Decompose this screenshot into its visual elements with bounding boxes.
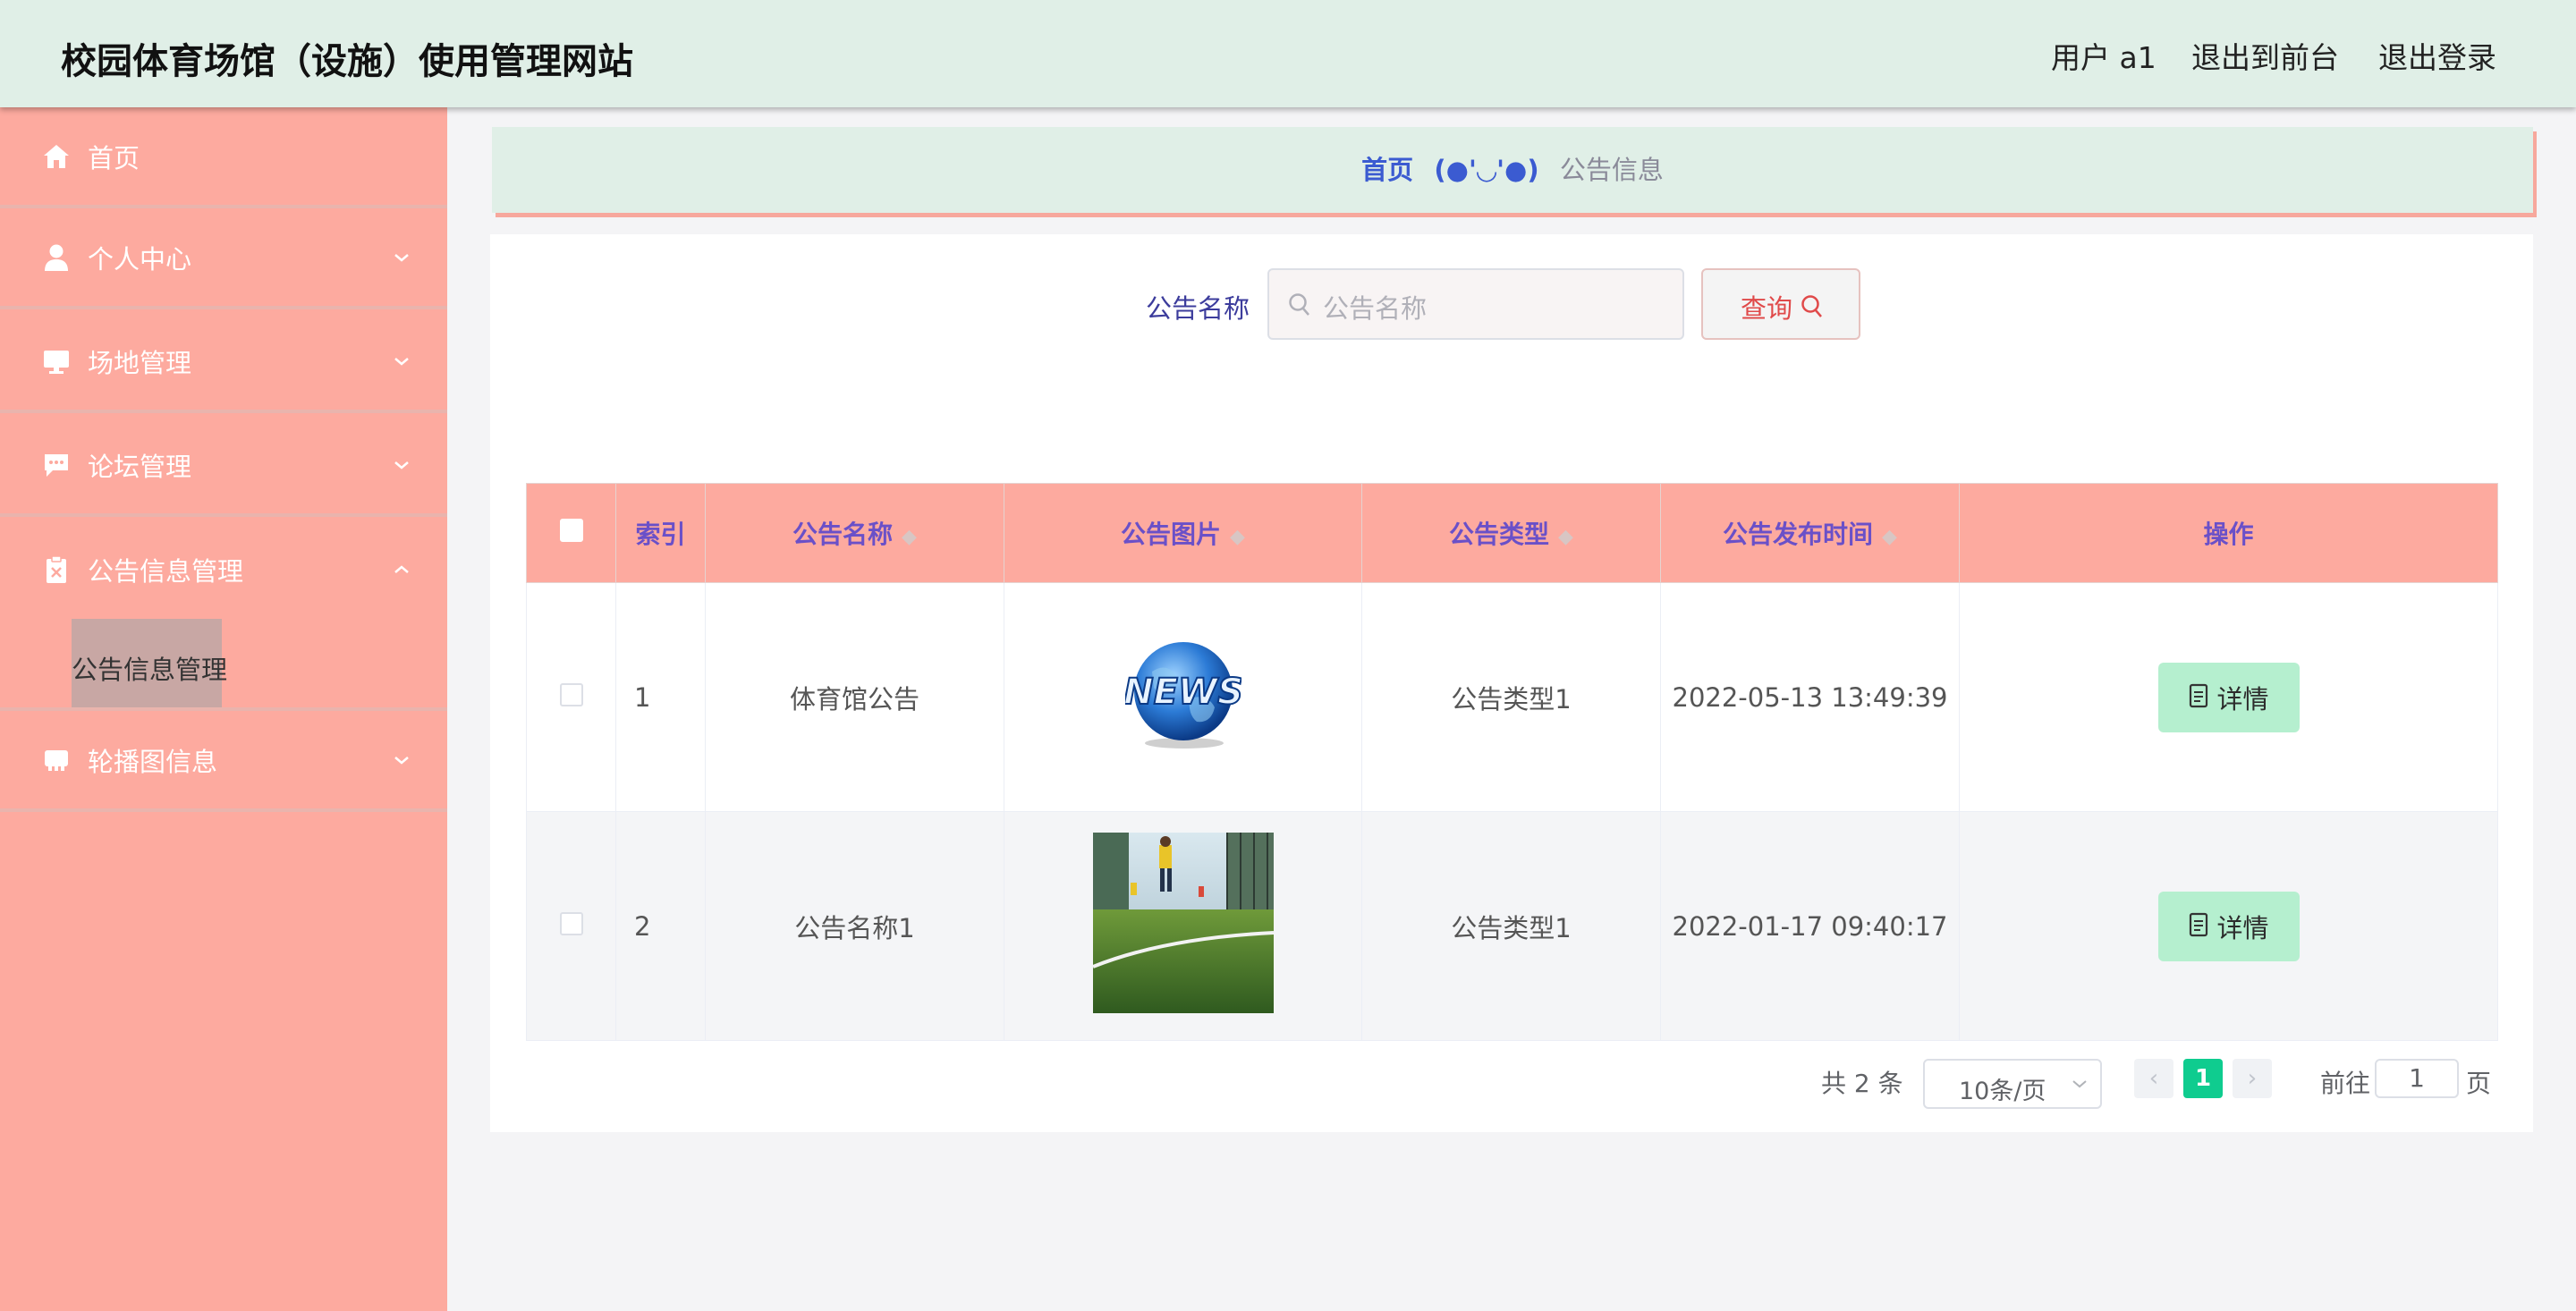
chevron-up-icon: [388, 556, 415, 583]
column-header-publish-time[interactable]: 公告发布时间 ◆: [1660, 483, 1960, 583]
home-icon: [41, 141, 72, 172]
table-header-row: 索引 公告名称 ◆ 公告图片 ◆ 公告类型 ◆ 公告发布时间 ◆ 操作: [526, 483, 2498, 583]
site-title: 校园体育场馆（设施）使用管理网站: [61, 41, 633, 82]
image-cell: NEWS: [1004, 582, 1362, 812]
carousel-icon: [41, 745, 72, 775]
football-field-image: [1091, 833, 1274, 1019]
table-row: 1 体育馆公告 NEWS 公告类型1 2022-05-13 13:49:39 详…: [526, 582, 2498, 812]
action-cell: 详情: [1959, 582, 2498, 812]
chat-icon: [41, 450, 72, 480]
announcement-table: 索引 公告名称 ◆ 公告图片 ◆ 公告类型 ◆ 公告发布时间 ◆ 操作 1 体育馆公告: [526, 483, 2498, 1041]
logout-link[interactable]: 退出登录: [2378, 34, 2496, 77]
column-header-image[interactable]: 公告图片 ◆: [1004, 483, 1362, 583]
sidebar-item-announcement-management[interactable]: 公告信息管理: [0, 519, 447, 620]
query-button-label: 查询: [1741, 293, 1793, 324]
sidebar-item-label: 场地管理: [88, 347, 192, 378]
search-placeholder: 公告名称: [1323, 293, 1428, 324]
sidebar-item-label: 论坛管理: [88, 451, 192, 482]
sort-icon[interactable]: ◆: [902, 526, 917, 548]
search-icon: [1800, 293, 1825, 324]
query-button[interactable]: 查询: [1701, 268, 1860, 340]
sidebar-item-carousel-info[interactable]: 轮播图信息: [0, 711, 447, 812]
prev-page-button[interactable]: ‹: [2134, 1059, 2174, 1098]
action-cell: 详情: [1959, 811, 2498, 1041]
sidebar-item-label: 公告信息管理: [88, 555, 244, 587]
column-header-index: 索引: [615, 483, 706, 583]
news-globe-image: NEWS: [1123, 642, 1243, 758]
goto-page-input[interactable]: 1: [2375, 1059, 2459, 1098]
chevron-down-icon: [388, 348, 415, 375]
search-input[interactable]: 公告名称: [1267, 268, 1684, 340]
index-cell: 2: [615, 811, 706, 1041]
sort-icon[interactable]: ◆: [1230, 526, 1245, 548]
sort-icon[interactable]: ◆: [1558, 526, 1573, 548]
detail-button[interactable]: 详情: [2157, 891, 2300, 963]
breadcrumb: 首页 (●'◡'●) 公告信息: [492, 127, 2533, 213]
sidebar-item-label: 轮播图信息: [88, 746, 218, 777]
pagination-total: 共 2 条: [1821, 1069, 1903, 1098]
document-icon: [2188, 893, 2209, 963]
detail-button[interactable]: 详情: [2157, 662, 2300, 734]
row-checkbox[interactable]: [559, 911, 583, 935]
page-size-value: 10条/页: [1959, 1078, 2046, 1105]
svg-text:NEWS: NEWS: [1125, 672, 1241, 713]
top-bar: 校园体育场馆（设施）使用管理网站 用户 a1 退出到前台 退出登录: [0, 0, 2576, 107]
sidebar-item-forum-management[interactable]: 论坛管理: [0, 416, 447, 517]
user-icon: [41, 242, 72, 273]
page-size-select[interactable]: 10条/页: [1923, 1059, 2102, 1109]
type-cell: 公告类型1: [1361, 811, 1661, 1041]
column-header-action: 操作: [1959, 483, 2498, 583]
chevron-down-icon: [388, 747, 415, 774]
breadcrumb-separator: (●'◡'●): [1434, 155, 1539, 185]
sidebar-item-home[interactable]: 首页: [0, 107, 447, 208]
breadcrumb-home[interactable]: 首页: [1361, 155, 1413, 185]
column-header-type[interactable]: 公告类型 ◆: [1361, 483, 1661, 583]
sidebar-item-venue-management[interactable]: 场地管理: [0, 312, 447, 413]
sidebar-item-personal-center[interactable]: 个人中心: [0, 208, 447, 309]
publish-time-cell: 2022-05-13 13:49:39: [1660, 582, 1960, 812]
sort-icon[interactable]: ◆: [1882, 526, 1897, 548]
column-header-name[interactable]: 公告名称 ◆: [705, 483, 1004, 583]
type-cell: 公告类型1: [1361, 582, 1661, 812]
sidebar-subitem-label: 公告信息管理: [72, 655, 228, 685]
search-label: 公告名称: [1146, 293, 1250, 324]
row-checkbox[interactable]: [559, 682, 583, 706]
goto-prefix: 前往: [2320, 1069, 2371, 1098]
breadcrumb-current: 公告信息: [1559, 155, 1664, 185]
select-all-cell: [526, 483, 616, 583]
monitor-icon: [41, 346, 72, 376]
search-icon: [1287, 292, 1312, 322]
publish-time-cell: 2022-01-17 09:40:17: [1660, 811, 1960, 1041]
user-label[interactable]: 用户 a1: [2051, 34, 2157, 77]
chevron-down-icon: [2068, 1072, 2091, 1099]
row-select-cell: [526, 582, 616, 812]
sidebar-item-label: 首页: [88, 142, 140, 173]
name-cell: 体育馆公告: [705, 582, 1004, 812]
next-page-button[interactable]: ›: [2233, 1059, 2272, 1098]
image-cell: [1004, 811, 1362, 1041]
name-cell: 公告名称1: [705, 811, 1004, 1041]
page-number-current[interactable]: 1: [2183, 1059, 2223, 1098]
row-select-cell: [526, 811, 616, 1041]
document-icon: [2188, 664, 2209, 734]
sidebar-item-label: 个人中心: [88, 243, 192, 275]
index-cell: 1: [615, 582, 706, 812]
table-row: 2 公告名称1 公告类型1 2022-01-17 09:40:17 详情: [526, 811, 2498, 1041]
clipboard-icon: [41, 554, 72, 585]
goto-suffix: 页: [2466, 1069, 2492, 1098]
chevron-down-icon: [388, 452, 415, 478]
exit-to-front-link[interactable]: 退出到前台: [2191, 34, 2339, 77]
select-all-checkbox[interactable]: [559, 518, 583, 542]
chevron-down-icon: [388, 244, 415, 271]
